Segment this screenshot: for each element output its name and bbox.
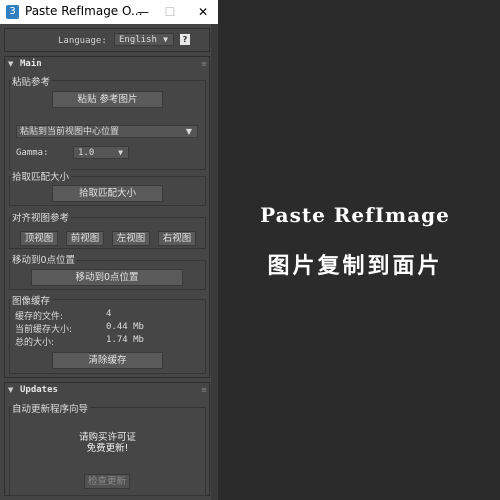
maximize-button[interactable]: ☐ xyxy=(155,0,185,24)
updates-rollout-title: Updates xyxy=(20,385,58,395)
grip-icon: ≡ xyxy=(201,386,207,394)
right-view-button[interactable]: 右视图 xyxy=(158,231,196,246)
total-size-value: 1.74 Mb xyxy=(106,335,144,345)
updates-rollout-header[interactable]: ▼ Updates ≡ xyxy=(4,384,210,396)
check-update-button[interactable]: 检查更新 xyxy=(84,474,130,489)
main-rollout-title: Main xyxy=(20,59,42,69)
cached-files-label: 缓存的文件: xyxy=(15,312,64,322)
grip-icon: ≡ xyxy=(201,60,207,68)
pick-match-size-button[interactable]: 拾取匹配大小 xyxy=(52,185,163,202)
gamma-dropdown[interactable]: 1.0 ▼ xyxy=(73,146,129,159)
total-size-label: 总的大小: xyxy=(15,338,55,348)
clear-cache-button[interactable]: 清除缓存 xyxy=(52,352,163,369)
current-cache-size-label: 当前缓存大小: xyxy=(15,325,73,335)
move-to-origin-label: 移动到0点位置 xyxy=(12,252,78,266)
chevron-down-icon: ▼ xyxy=(185,127,192,136)
left-view-button[interactable]: 左视图 xyxy=(112,231,150,246)
free-update-message: 免费更新! xyxy=(86,443,129,454)
language-value: English xyxy=(119,35,157,45)
app-icon: 3 xyxy=(6,5,19,19)
scrollbar[interactable] xyxy=(211,24,218,500)
collapse-triangle-icon: ▼ xyxy=(8,386,14,394)
minimize-button[interactable]: — xyxy=(128,0,158,24)
current-cache-size-value: 0.44 Mb xyxy=(106,322,144,332)
paste-reference-label: 粘贴参考 xyxy=(12,74,53,88)
gamma-value: 1.0 xyxy=(78,148,95,158)
paste-position-dropdown[interactable]: 粘贴到当前视图中心位置 ▼ xyxy=(16,125,198,138)
language-label: Language: xyxy=(58,36,107,46)
paste-position-value: 粘贴到当前视图中心位置 xyxy=(20,127,120,137)
hero-title-english: Paste RefImage xyxy=(260,203,450,227)
image-cache-label: 图像缓存 xyxy=(12,293,53,307)
help-button[interactable]: ? xyxy=(180,34,190,45)
cached-files-value: 4 xyxy=(106,309,112,319)
chevron-down-icon: ▼ xyxy=(163,35,168,44)
top-view-button[interactable]: 顶视图 xyxy=(20,231,58,246)
language-dropdown[interactable]: English ▼ xyxy=(114,33,174,46)
pick-match-size-label: 拾取匹配大小 xyxy=(12,169,72,183)
front-view-button[interactable]: 前视图 xyxy=(66,231,104,246)
gamma-label: Gamma: xyxy=(16,148,49,158)
chevron-down-icon: ▼ xyxy=(118,148,123,157)
auto-update-label: 自动更新程序向导 xyxy=(12,401,91,415)
plugin-window: 3 Paste RefImage O... — ☐ ✕ Language: En… xyxy=(0,0,218,500)
collapse-triangle-icon: ▼ xyxy=(8,60,14,68)
hero-title-chinese: 图片复制到面片 xyxy=(267,254,443,279)
main-rollout-header[interactable]: ▼ Main ≡ xyxy=(4,58,210,70)
title-bar[interactable]: 3 Paste RefImage O... — ☐ ✕ xyxy=(0,0,218,24)
align-view-label: 对齐视图参考 xyxy=(12,210,72,224)
close-button[interactable]: ✕ xyxy=(188,0,218,24)
window-title: Paste RefImage O... xyxy=(25,4,143,18)
move-to-origin-button[interactable]: 移动到0点位置 xyxy=(31,269,183,286)
paste-image-button[interactable]: 粘贴 参考图片 xyxy=(52,91,163,108)
